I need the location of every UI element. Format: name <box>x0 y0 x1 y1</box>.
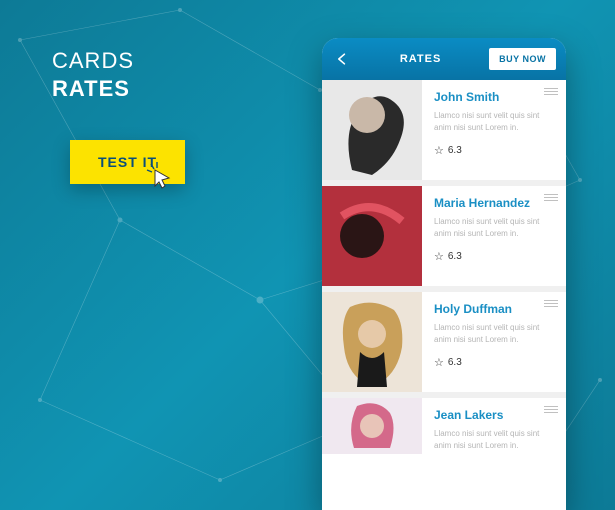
menu-icon[interactable] <box>544 406 558 413</box>
buy-now-label: BUY NOW <box>499 54 546 64</box>
star-icon: ☆ <box>434 250 444 263</box>
card-rating: ☆6.3 <box>434 250 556 263</box>
card-thumb <box>322 80 422 180</box>
card-name: Jean Lakers <box>434 408 556 422</box>
phone-header: RATES BUY NOW <box>322 38 566 80</box>
card-desc: Llamco nisi sunt velit quis sint anim ni… <box>434 322 556 346</box>
buy-now-button[interactable]: BUY NOW <box>489 48 556 70</box>
heading-line1: CARDS <box>52 48 134 74</box>
phone-title: RATES <box>400 53 441 65</box>
card-rating: ☆6.3 <box>434 356 556 369</box>
card-desc: Llamco nisi sunt velit quis sint anim ni… <box>434 110 556 134</box>
card-name: Holy Duffman <box>434 302 556 316</box>
card-thumb <box>322 186 422 286</box>
cursor-icon <box>145 162 173 190</box>
menu-icon[interactable] <box>544 300 558 307</box>
heading-line2: RATES <box>52 76 134 102</box>
list-item[interactable]: Jean Lakers Llamco nisi sunt velit quis … <box>322 398 566 466</box>
star-icon: ☆ <box>434 144 444 157</box>
list-item[interactable]: John Smith Llamco nisi sunt velit quis s… <box>322 80 566 180</box>
page-heading: CARDS RATES <box>52 48 134 102</box>
back-arrow-icon[interactable] <box>332 49 352 69</box>
star-icon: ☆ <box>434 356 444 369</box>
card-desc: Llamco nisi sunt velit quis sint anim ni… <box>434 428 556 452</box>
card-thumb <box>322 292 422 392</box>
card-name: John Smith <box>434 90 556 104</box>
card-name: Maria Hernandez <box>434 196 556 210</box>
card-thumb <box>322 398 422 454</box>
card-desc: Llamco nisi sunt velit quis sint anim ni… <box>434 216 556 240</box>
list-item[interactable]: Maria Hernandez Llamco nisi sunt velit q… <box>322 186 566 286</box>
list-item[interactable]: Holy Duffman Llamco nisi sunt velit quis… <box>322 292 566 392</box>
menu-icon[interactable] <box>544 88 558 95</box>
menu-icon[interactable] <box>544 194 558 201</box>
phone-frame: RATES BUY NOW John Smith Llamco nisi sun… <box>322 38 566 510</box>
card-list[interactable]: John Smith Llamco nisi sunt velit quis s… <box>322 80 566 466</box>
card-rating: ☆6.3 <box>434 144 556 157</box>
